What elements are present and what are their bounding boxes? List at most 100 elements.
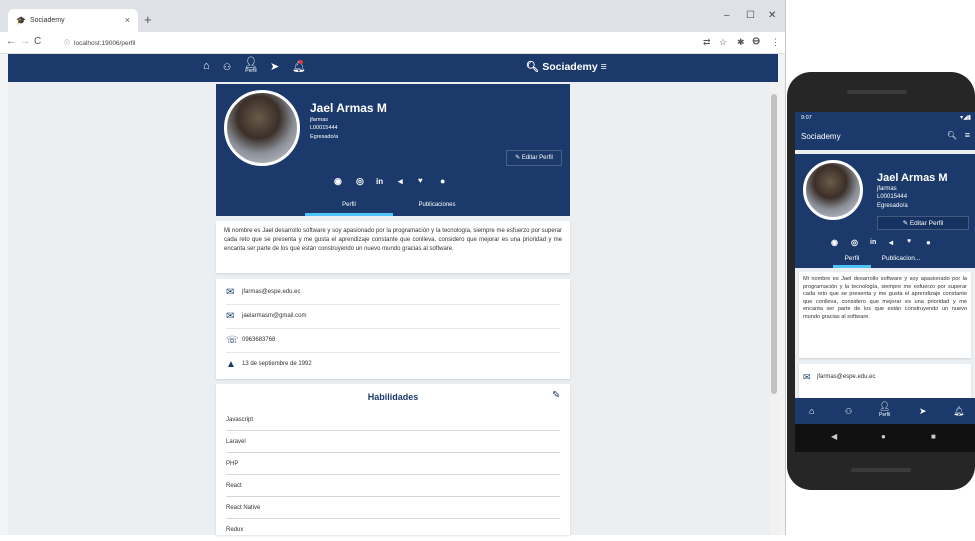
info-icon[interactable]: ⓘ (64, 41, 70, 47)
nav-profile[interactable]: 👤︎ Perfil (879, 401, 890, 418)
signal-battery-icon: ▾◢▮ (960, 115, 971, 121)
phone-text: 0963683768 (242, 337, 276, 343)
extensions-icon[interactable]: ✱ (737, 37, 745, 48)
brand[interactable]: 🔍︎ Sociademy ≡ (526, 60, 607, 73)
web-icon[interactable]: ● (440, 176, 445, 186)
phone-chin (851, 468, 911, 472)
edit-profile-button[interactable]: ✎ Editar Perfil (506, 150, 562, 166)
tab-publicaciones[interactable]: Publicacion... (873, 255, 929, 262)
url-text: localhost:19006/perfil (74, 40, 136, 47)
skill-label: PHP (226, 461, 239, 467)
back-icon[interactable]: ← (6, 36, 16, 47)
email-1-text: jfarmas@espe.edu.ec (817, 374, 876, 380)
profile-status: Egresado/a (310, 134, 339, 140)
skill-label: Javascript (226, 417, 254, 423)
new-tab-button[interactable]: + (144, 12, 152, 27)
telegram-icon[interactable]: ◂ (889, 238, 893, 247)
menu-icon[interactable]: ≡ (601, 61, 607, 73)
birthday-text: 13 de septiembre de 1992 (242, 361, 312, 367)
back-icon[interactable]: ◀ (831, 432, 837, 441)
tab-publicaciones[interactable]: Publicaciones (412, 202, 462, 208)
home-circle-icon[interactable]: ● (881, 432, 886, 441)
tab-perfil[interactable]: Perfil (839, 255, 865, 262)
search-icon[interactable]: 🔍︎ (526, 61, 539, 73)
telegram-icon[interactable]: ◂ (398, 176, 403, 187)
contact-card: ✉ jfarmas@espe.edu.ec (799, 364, 971, 398)
nav-profile-label: Perfil (245, 68, 257, 74)
groups-icon[interactable]: ⚇ (223, 62, 231, 73)
minimize-button[interactable]: – (724, 10, 730, 21)
send-icon[interactable]: ➤ (919, 406, 927, 417)
avatar (224, 90, 300, 166)
skill-item: Redux (226, 519, 560, 541)
notifications-icon[interactable]: 🔔︎ (292, 60, 306, 73)
email-1-text: jfarmas@espe.edu.ec (242, 289, 301, 295)
bio-text: Mi nombre es Jael desarrollo software y … (803, 276, 967, 320)
github-icon[interactable]: ◉ (831, 238, 838, 247)
nav-profile[interactable]: 👤︎ Perfil (244, 56, 258, 74)
bio-card: Mi nombre es Jael desarrollo software y … (799, 272, 971, 358)
skill-item: React Native (226, 497, 560, 519)
tab-title: Sociademy (30, 17, 65, 24)
linkedin-icon[interactable]: in (376, 177, 383, 186)
skills-card: Habilidades ✎ Javascript Laravel PHP Rea… (216, 384, 570, 535)
twitter-icon[interactable]: ♥ (907, 238, 911, 245)
phone-icon: ☏ (226, 335, 239, 346)
contact-birthday: ▲ 13 de septiembre de 1992 (226, 353, 560, 377)
close-window-button[interactable]: ✕ (768, 10, 776, 21)
profile-id: L00015444 (877, 194, 908, 200)
groups-icon[interactable]: ⚇ (845, 407, 852, 416)
search-icon[interactable]: 🔍︎ (947, 131, 957, 140)
phone-speaker (847, 90, 907, 94)
profile-header: Jael Armas M jfarmas L00015444 Egresado/… (216, 84, 570, 216)
phone-app-bar: Sociademy 🔍︎ ≡ (795, 124, 975, 150)
url-field[interactable]: ⓘ localhost:19006/perfil (64, 37, 704, 50)
scroll-thumb[interactable] (771, 94, 777, 394)
nav-profile-label: Perfil (879, 412, 891, 418)
reload-icon[interactable]: C (34, 36, 41, 47)
notifications-icon[interactable]: 🔔︎ (953, 406, 964, 417)
tab-close-icon[interactable]: × (125, 15, 130, 25)
phone-time: 9:07 (801, 115, 812, 121)
contact-email-1: ✉ jfarmas@espe.edu.ec (226, 281, 560, 305)
profile-username: jfarmas (310, 117, 329, 123)
phone-system-nav: ◀ ● ■ (795, 424, 975, 452)
graduation-cap-icon: 🎓 (16, 16, 26, 25)
browser-tab[interactable]: 🎓 Sociademy × (8, 9, 138, 32)
twitter-icon[interactable]: ♥ (418, 176, 423, 185)
profile-id: L00015444 (310, 125, 338, 131)
pencil-icon: ✎ (515, 155, 521, 161)
edit-profile-button[interactable]: ✎ Editar Perfil (877, 216, 969, 230)
web-icon[interactable]: ● (926, 238, 931, 247)
tab-perfil[interactable]: Perfil (334, 202, 364, 208)
contact-card: ✉ jfarmas@espe.edu.ec ✉ jaelarmasm@gmail… (216, 279, 570, 379)
bookmark-star-icon[interactable]: ☆ (719, 37, 727, 48)
profile-status: Egresado/a (877, 203, 908, 209)
phone-status-bar: 9:07 ▾◢▮ (795, 112, 975, 124)
maximize-button[interactable]: ☐ (746, 10, 755, 21)
menu-icon[interactable]: ≡ (965, 130, 970, 140)
recents-icon[interactable]: ■ (931, 432, 936, 441)
home-icon[interactable]: ⌂ (809, 406, 814, 416)
profile-name: Jael Armas M (310, 101, 387, 115)
mail-icon: ✉ (226, 311, 235, 322)
menu-dots-icon[interactable]: ⋮ (771, 37, 780, 48)
skill-item: PHP (226, 453, 560, 475)
mail-icon: ✉ (226, 287, 235, 298)
translate-icon[interactable]: ⇄ (703, 37, 711, 48)
phone-app-title: Sociademy (801, 132, 841, 141)
skills-title: Habilidades (367, 392, 419, 402)
instagram-icon[interactable]: ◎ (356, 176, 364, 187)
github-icon[interactable]: ◉ (334, 176, 342, 187)
forward-icon[interactable]: → (20, 36, 30, 47)
send-icon[interactable]: ➤ (270, 60, 279, 73)
linkedin-icon[interactable]: in (870, 239, 876, 246)
scrollbar[interactable] (770, 82, 778, 535)
edit-skills-icon[interactable]: ✎ (552, 390, 560, 401)
account-icon[interactable]: ⊖ (752, 36, 760, 47)
skill-item: Javascript (226, 409, 560, 431)
instagram-icon[interactable]: ◎ (851, 238, 858, 247)
home-icon[interactable]: ⌂ (203, 60, 210, 72)
brand-name: Sociademy (542, 61, 598, 73)
address-bar: ← → C ⓘ localhost:19006/perfil ⇄ ☆ ✱ ⊖ ⋮ (0, 32, 785, 54)
